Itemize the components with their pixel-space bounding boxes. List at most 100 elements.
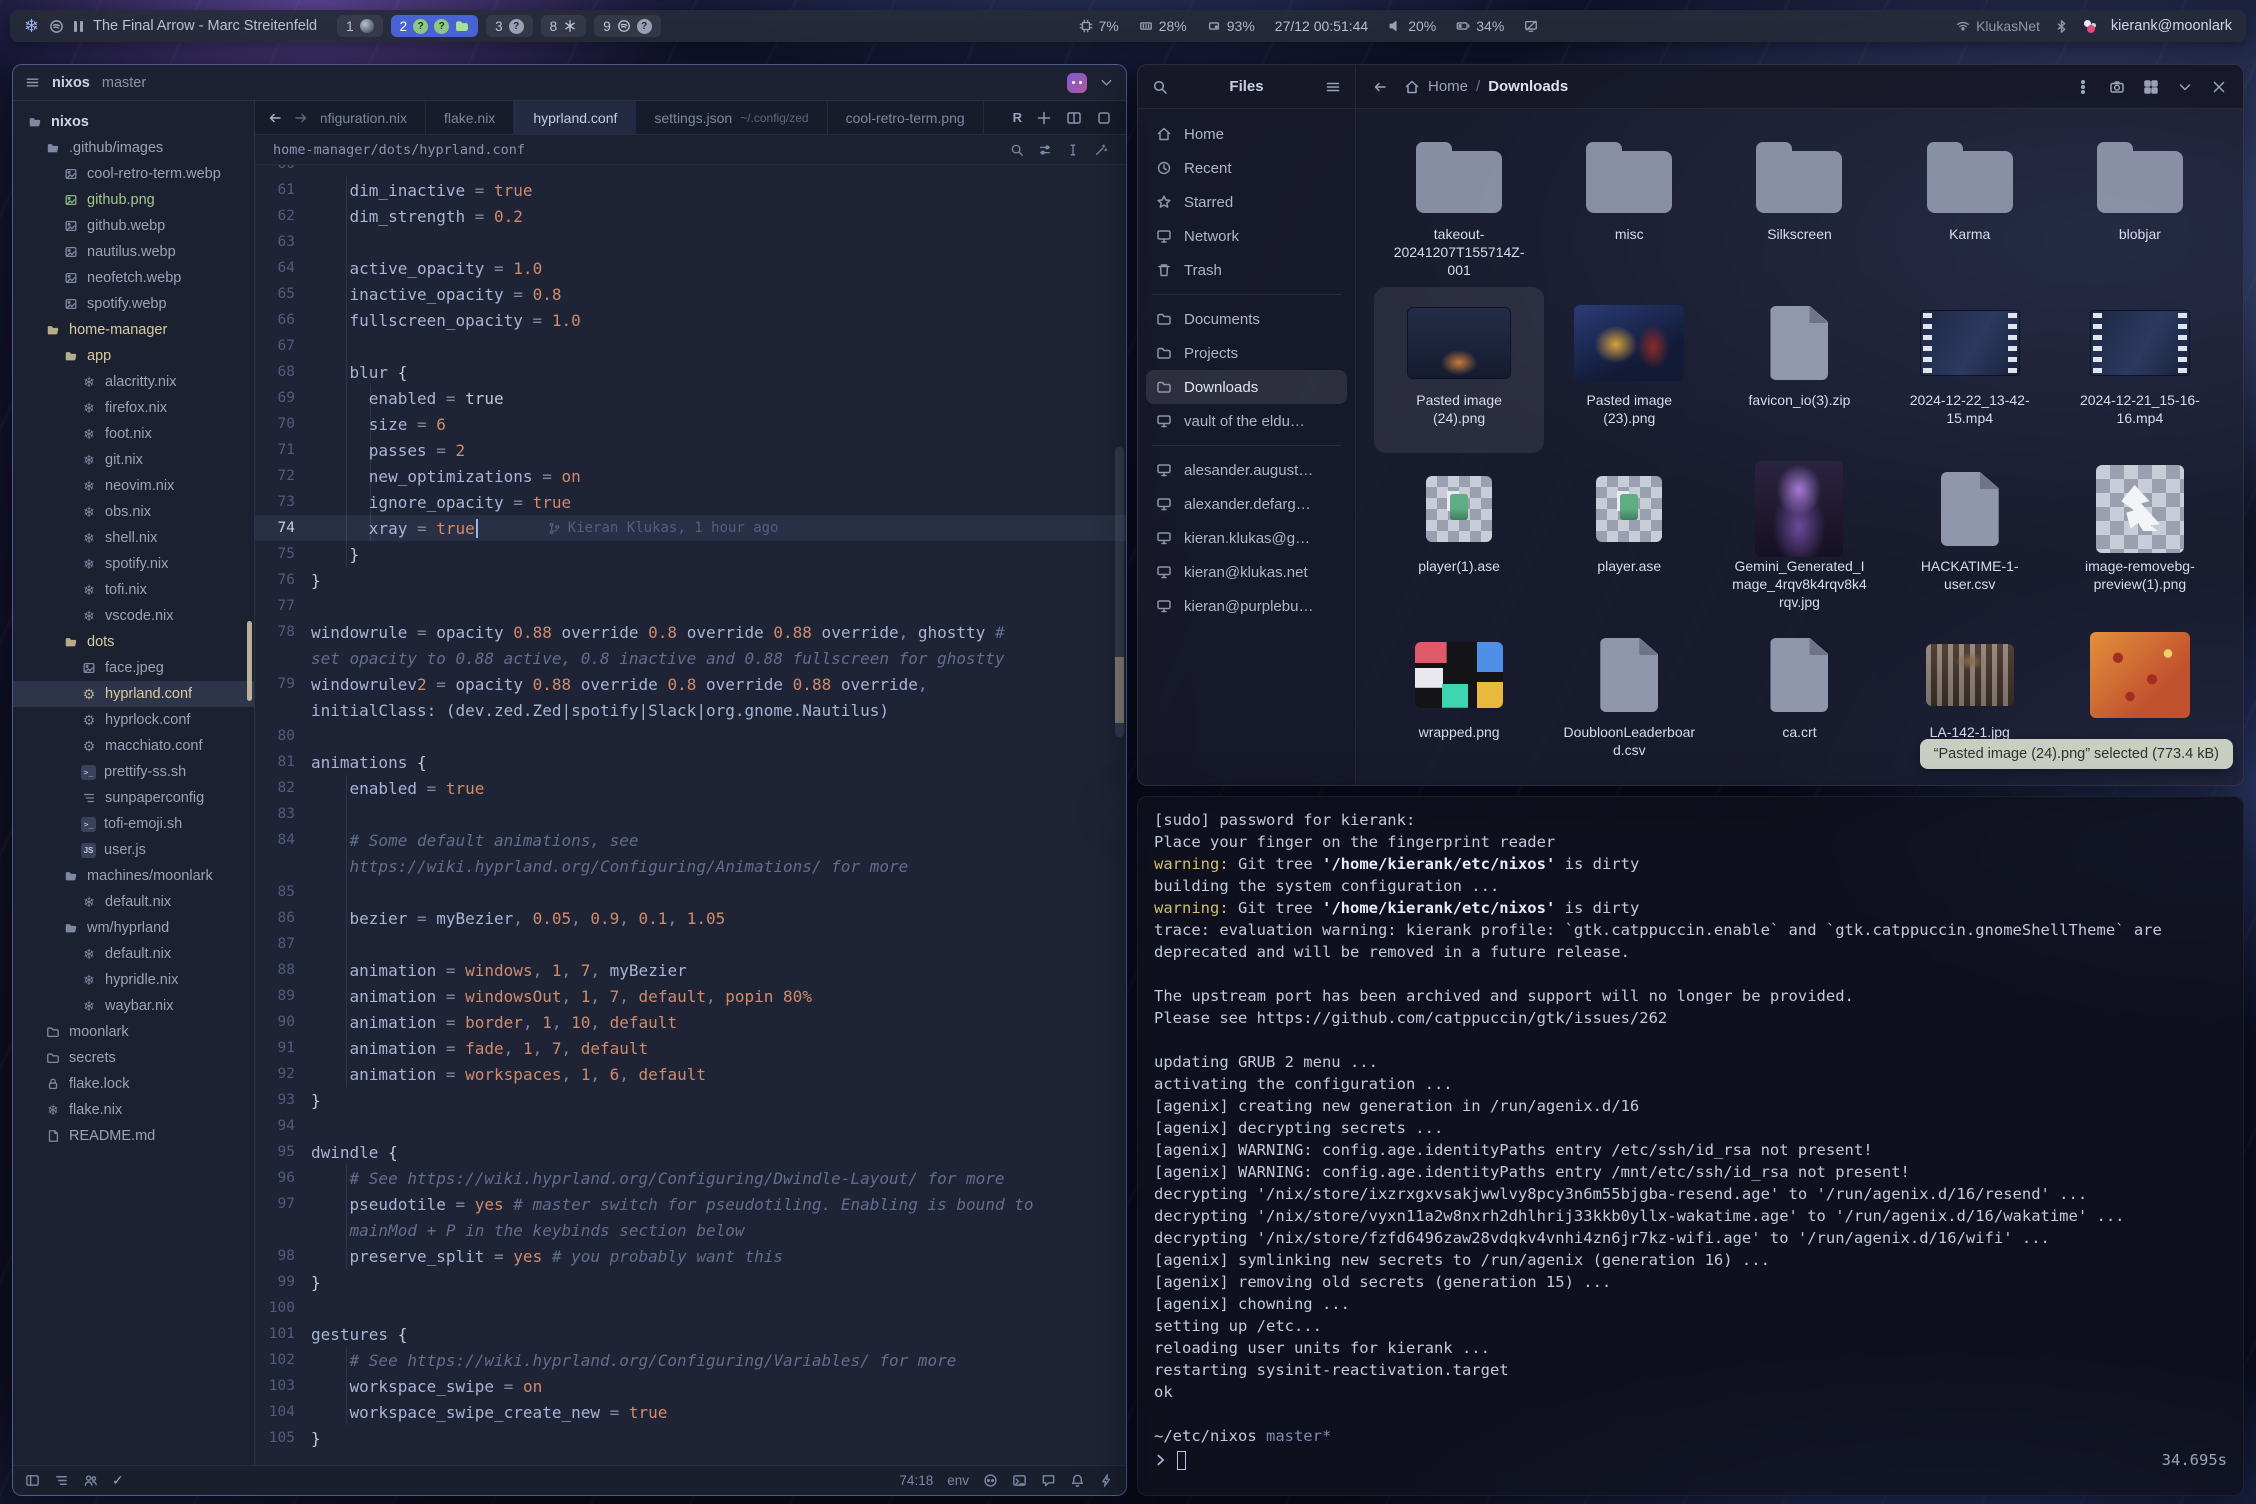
tree-item-sunpaperconfig[interactable]: sunpaperconfig [13,785,254,811]
file-item-Karma[interactable]: Karma [1885,121,2055,287]
tree-item-prettify-ss.sh[interactable]: >_prettify-ss.sh [13,759,254,785]
file-item-Pasted image (24).png[interactable]: Pasted image (24).png [1374,287,1544,453]
nav-forward-icon[interactable] [293,110,309,126]
file-item-2024-12-21_15-16-16.mp4[interactable]: 2024-12-21_15-16-16.mp4 [2055,287,2225,453]
tree-item-default.nix[interactable]: ❄default.nix [13,889,254,915]
screenshot-icon[interactable] [2109,79,2125,95]
panel-scrollbar[interactable] [247,621,252,701]
tree-item-README.md[interactable]: README.md [13,1123,254,1149]
file-item-Silkscreen[interactable]: Silkscreen [1714,121,1884,287]
tree-item-github.webp[interactable]: github.webp [13,213,254,239]
menu-icon[interactable] [25,75,40,90]
tree-item-machines/moonlark[interactable]: machines/moonlark [13,863,254,889]
tree-item-waybar.nix[interactable]: ❄waybar.nix [13,993,254,1019]
diagnostics-ok-icon[interactable]: ✓ [112,1472,124,1489]
sidebar-item-projects[interactable]: Projects [1146,336,1347,370]
tree-item-firefox.nix[interactable]: ❄firefox.nix [13,395,254,421]
extensions-icon[interactable] [1099,1473,1114,1488]
clock[interactable]: 27/12 00:51:44 [1275,18,1368,34]
view-grid-icon[interactable] [2143,79,2159,95]
tree-item-github.png[interactable]: github.png [13,187,254,213]
search-icon[interactable] [1152,79,1168,95]
file-item-misc[interactable]: misc [1544,121,1714,287]
tree-item-tofi-emoji.sh[interactable]: >_tofi-emoji.sh [13,811,254,837]
tab-cool-retro-term.png[interactable]: cool-retro-term.png [828,101,984,134]
tab-hyprland.conf[interactable]: hyprland.conf [514,101,636,134]
tree-item-shell.nix[interactable]: ❄shell.nix [13,525,254,551]
tree-item-hyprland.conf[interactable]: ⚙hyprland.conf [13,681,254,707]
sidebar-item-trash[interactable]: Trash [1146,253,1347,287]
tree-item-spotify.webp[interactable]: spotify.webp [13,291,254,317]
tree-item-nautilus.webp[interactable]: nautilus.webp [13,239,254,265]
tree-item-vscode.nix[interactable]: ❄vscode.nix [13,603,254,629]
file-item-blobjar[interactable]: blobjar [2055,121,2225,287]
tree-item-.github/images[interactable]: .github/images [13,135,254,161]
avatar[interactable] [1067,73,1087,93]
more-menu-icon[interactable] [2075,79,2091,95]
sidebar-item-home[interactable]: Home [1146,117,1347,151]
file-item-Gemini_Generated_Image_4rqv8k4rqv8k4rqv.jpg[interactable]: Gemini_Generated_Image_4rqv8k4rqv8k4rqv.… [1714,453,1884,619]
file-item-HACKATIME-1-user.csv[interactable]: HACKATIME-1-user.csv [1885,453,2055,619]
filter-icon[interactable] [1038,143,1052,157]
terminal-panel-icon[interactable] [1012,1473,1027,1488]
workspace-3[interactable]: 3? [486,15,533,37]
chevron-down-icon[interactable] [1099,75,1114,90]
tree-item-moonlark[interactable]: moonlark [13,1019,254,1045]
nixos-logo-icon[interactable]: ❄ [24,17,39,35]
tree-item-nixos[interactable]: nixos [13,109,254,135]
code-editor[interactable]: 6061 dim_inactive = true62 dim_strength … [255,165,1126,1465]
sidebar-item-kieran-klukas-g-[interactable]: kieran.klukas@g… [1146,521,1347,555]
tree-item-app[interactable]: app [13,343,254,369]
tray-icon[interactable] [2083,19,2097,33]
repl-button[interactable]: R [1013,110,1022,125]
inline-assist-icon[interactable] [1094,143,1108,157]
bluetooth-icon[interactable] [2054,19,2069,34]
search-icon[interactable] [1010,143,1024,157]
tab-flake.nix[interactable]: flake.nix [426,101,514,134]
sidebar-item-alexander-defarg-[interactable]: alexander.defarg… [1146,487,1347,521]
file-item-Pasted image (23).png[interactable]: Pasted image (23).png [1544,287,1714,453]
copilot-icon[interactable] [983,1473,998,1488]
language-mode[interactable]: env [947,1473,969,1488]
sidebar-item-alesander-august-[interactable]: alesander.august… [1146,453,1347,487]
tree-item-user.js[interactable]: JSuser.js [13,837,254,863]
close-icon[interactable] [2211,79,2227,95]
network-indicator[interactable]: KlukasNet [1956,18,2040,34]
workspace-1[interactable]: 1 [337,15,383,37]
new-tab-icon[interactable] [1036,110,1052,126]
workspace-8[interactable]: 8 [541,15,587,37]
file-item-player.ase[interactable]: player.ase [1544,453,1714,619]
file-item-player(1).ase[interactable]: player(1).ase [1374,453,1544,619]
sidebar-item-kieran-klukas-net[interactable]: kieran@klukas.net [1146,555,1347,589]
git-branch[interactable]: master [102,75,146,91]
sidebar-item-starred[interactable]: Starred [1146,185,1347,219]
hamburger-menu-icon[interactable] [1325,79,1341,95]
file-item-image-removebg-preview(1).png[interactable]: image-removebg-preview(1).png [2055,453,2225,619]
tree-item-tofi.nix[interactable]: ❄tofi.nix [13,577,254,603]
tree-item-alacritty.nix[interactable]: ❄alacritty.nix [13,369,254,395]
file-item-favicon_io(3).zip[interactable]: favicon_io(3).zip [1714,287,1884,453]
tree-item-wm/hyprland[interactable]: wm/hyprland [13,915,254,941]
tree-item-neofetch.webp[interactable]: neofetch.webp [13,265,254,291]
tree-item-face.jpeg[interactable]: face.jpeg [13,655,254,681]
tree-item-home-manager[interactable]: home-manager [13,317,254,343]
nav-back-icon[interactable] [267,110,283,126]
view-options-icon[interactable] [2177,79,2193,95]
media-title[interactable]: The Final Arrow - Marc Streitenfeld [93,18,317,34]
zoom-pane-icon[interactable] [1096,110,1112,126]
file-item-2024-12-22_13-42-15.mp4[interactable]: 2024-12-22_13-42-15.mp4 [1885,287,2055,453]
workspace-9[interactable]: 9? [594,15,661,37]
volume-stat[interactable]: 20% [1388,18,1436,34]
outline-panel-icon[interactable] [54,1473,69,1488]
project-name[interactable]: nixos [52,75,90,91]
file-item-DoubloonLeaderboard.csv[interactable]: DoubloonLeaderboard.csv [1544,619,1714,785]
tree-item-git.nix[interactable]: ❄git.nix [13,447,254,473]
workspace-2[interactable]: 2?? [391,15,479,37]
tree-item-cool-retro-term.webp[interactable]: cool-retro-term.webp [13,161,254,187]
path-bar[interactable]: Home/ Downloads [1404,78,1568,95]
tree-item-hyprlock.conf[interactable]: ⚙hyprlock.conf [13,707,254,733]
editor-scrollbar[interactable] [1115,165,1124,1465]
sidebar-item-vault-of-the-eldu-[interactable]: vault of the eldu… [1146,404,1347,438]
pause-icon[interactable] [74,21,83,32]
project-panel[interactable]: nixos.github/imagescool-retro-term.webpg… [13,101,255,1465]
